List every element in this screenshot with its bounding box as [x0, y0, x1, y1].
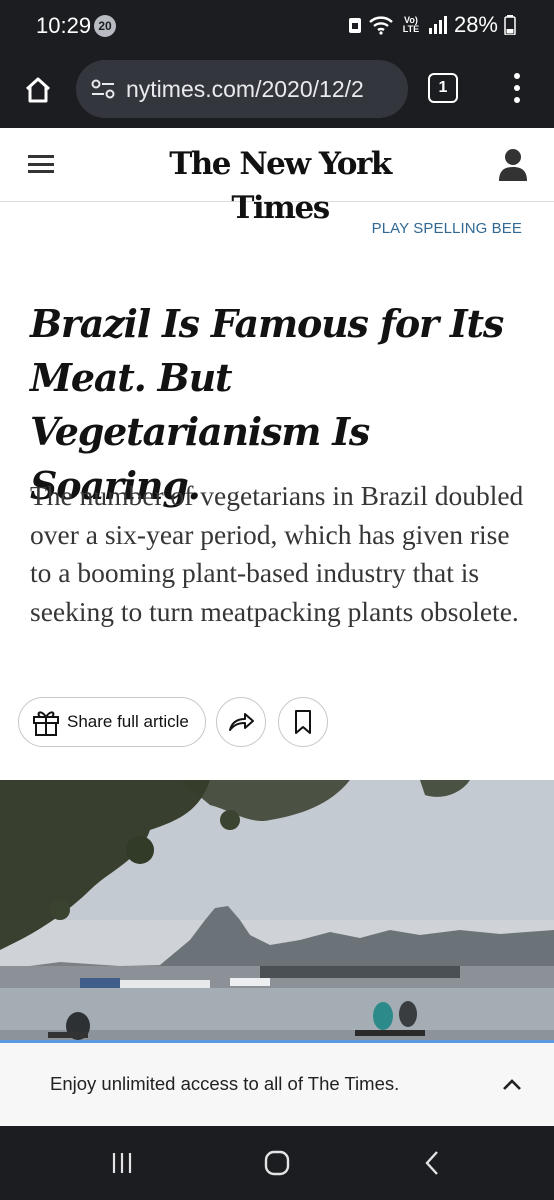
home-icon [25, 77, 51, 103]
article-summary: The number of vegetarians in Brazil doub… [30, 480, 524, 627]
subscription-banner[interactable]: Enjoy unlimited access to all of The Tim… [0, 1040, 554, 1126]
home-nav-button[interactable] [257, 1146, 297, 1180]
hamburger-menu-icon[interactable] [28, 153, 54, 175]
network-type-label: Vo) LTE [402, 15, 420, 34]
share-arrow-icon [229, 713, 254, 731]
status-time: 10:29 [36, 13, 92, 38]
url-text[interactable]: nytimes.com/2020/12/2 [126, 76, 364, 103]
status-icons: Vo) LTE 28% [348, 12, 516, 38]
article-lead-image [0, 780, 554, 1042]
status-bar: 10:29 20 Vo) LTE 28% [0, 0, 554, 54]
save-bookmark-button[interactable] [278, 697, 328, 747]
notification-count-badge: 20 [94, 15, 116, 37]
battery-percent: 28% [453, 12, 498, 37]
back-chevron-icon [425, 1151, 438, 1175]
wifi-icon [369, 16, 393, 35]
battery-icon [504, 15, 516, 35]
subscription-banner-text: Enjoy unlimited access to all of The Tim… [50, 1073, 400, 1094]
overflow-menu-icon[interactable] [502, 68, 532, 108]
lock-notification-icon [348, 18, 361, 33]
share-full-article-label: Share full article [67, 712, 189, 731]
system-navigation-bar [0, 1126, 554, 1200]
chevron-up-icon[interactable] [500, 1073, 524, 1097]
back-button[interactable] [413, 1146, 453, 1180]
spelling-bee-link[interactable]: PLAY SPELLING BEE [372, 220, 522, 237]
signal-icon [428, 16, 447, 34]
site-logo[interactable]: The New York Times [130, 142, 430, 230]
gift-icon [33, 711, 59, 736]
home-circle-icon [264, 1150, 290, 1176]
site-settings-icon[interactable] [88, 74, 118, 104]
share-button[interactable] [216, 697, 266, 747]
recent-apps-button[interactable] [102, 1146, 142, 1180]
lagoon-photo [0, 780, 554, 1042]
home-button[interactable] [18, 70, 58, 110]
tab-switcher-button[interactable]: 1 [428, 73, 458, 103]
address-bar[interactable]: nytimes.com/2020/12/2 [76, 60, 408, 118]
bookmark-icon [295, 710, 311, 734]
browser-toolbar: nytimes.com/2020/12/2 1 [0, 54, 554, 128]
account-icon[interactable] [498, 148, 528, 182]
site-header: The New York Times [0, 128, 554, 226]
recent-apps-icon [112, 1153, 132, 1173]
share-full-article-button[interactable]: Share full article [18, 697, 206, 747]
